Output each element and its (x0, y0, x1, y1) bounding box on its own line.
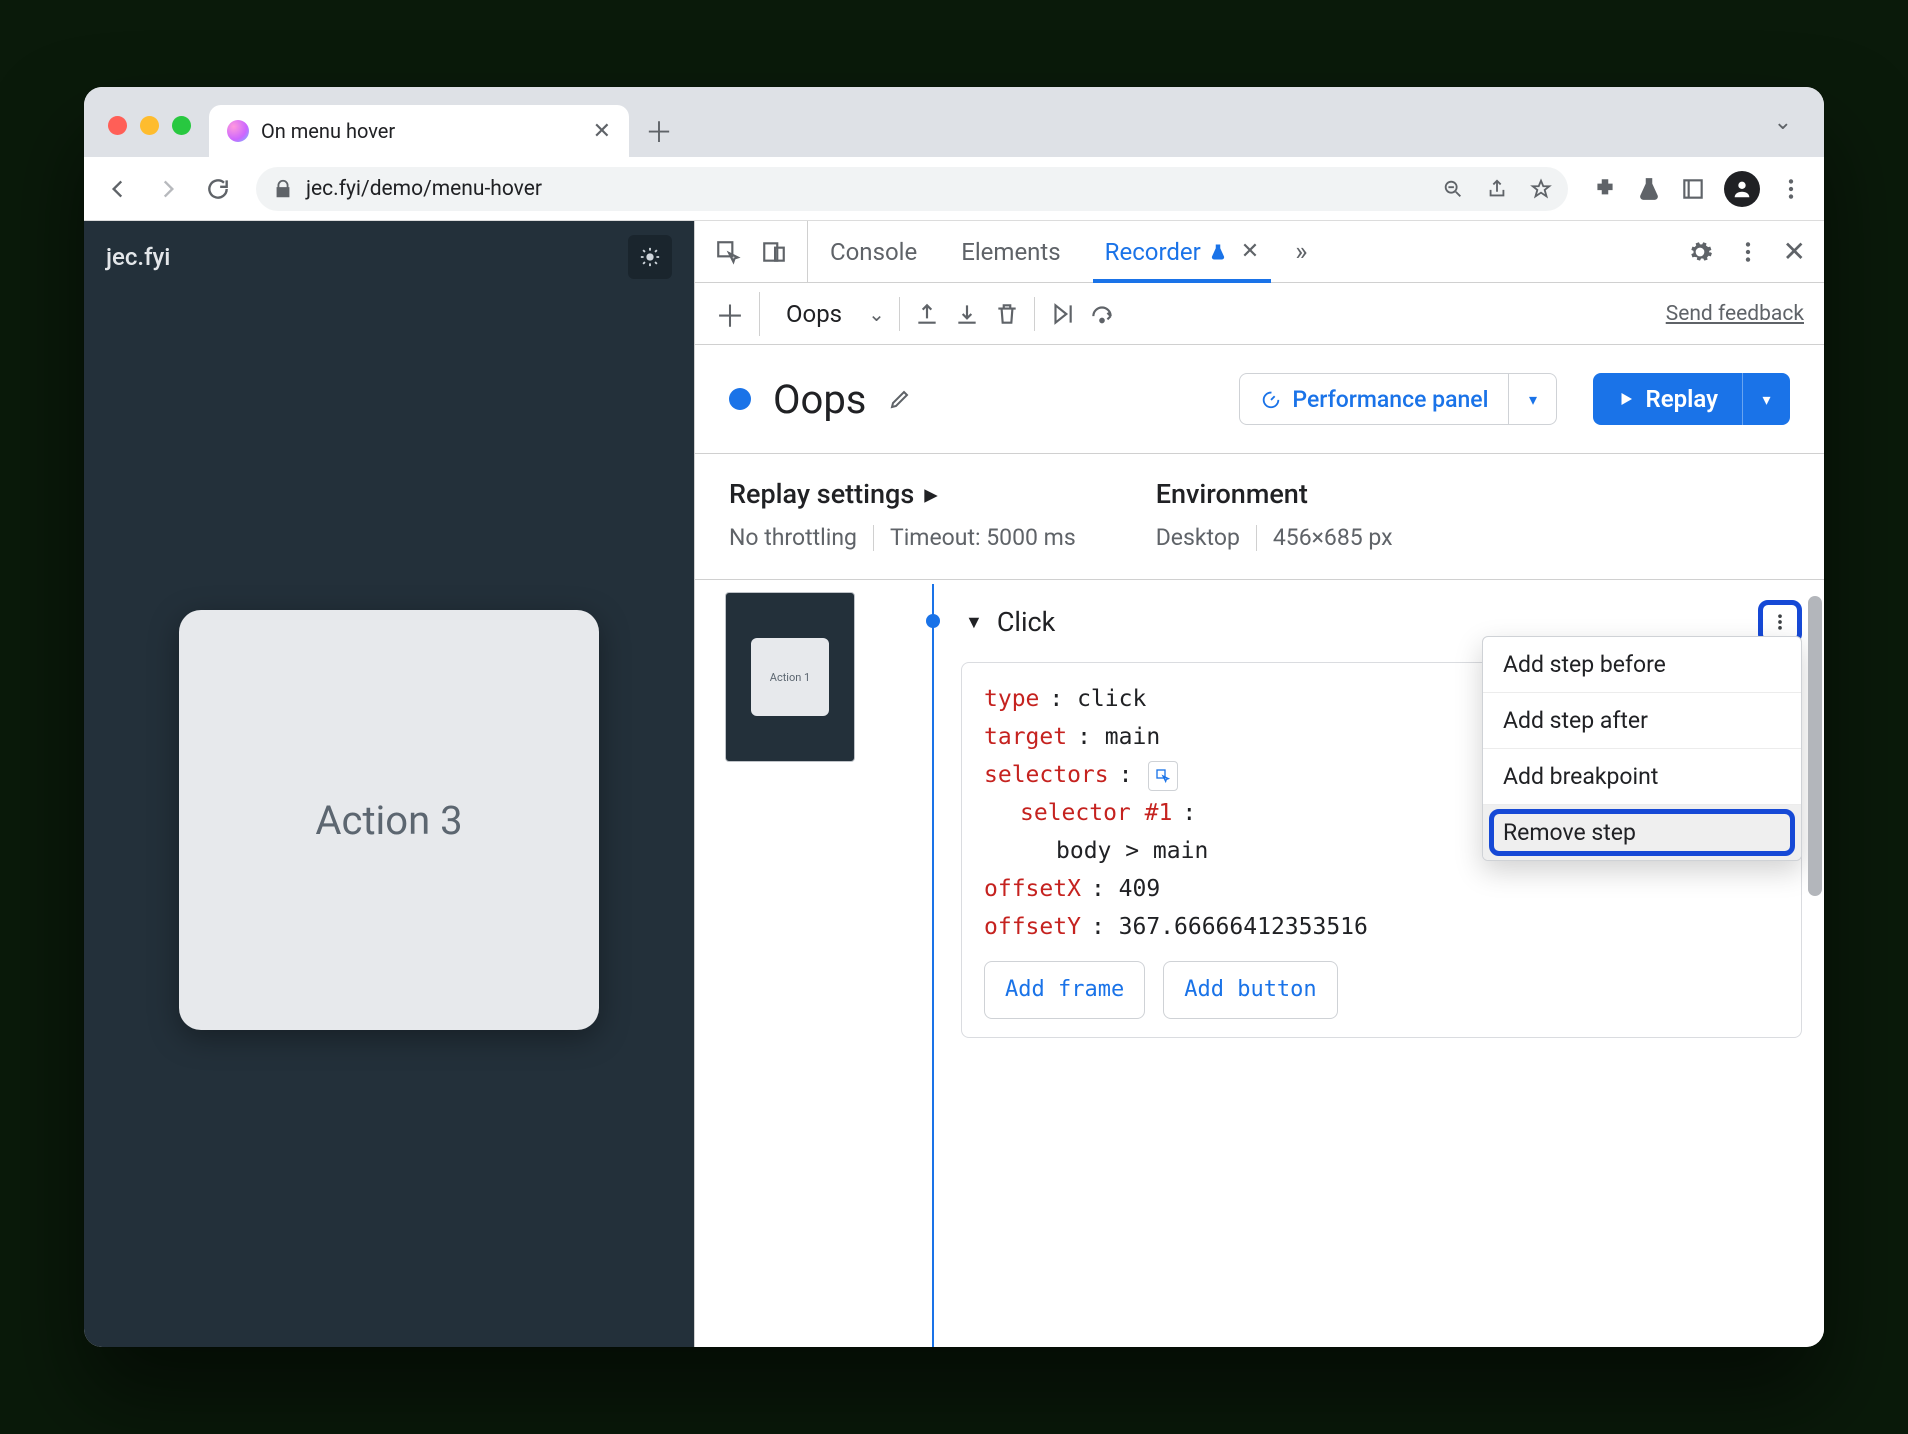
timeline-dot[interactable] (926, 614, 940, 628)
labs-icon[interactable] (1636, 176, 1662, 202)
devtools-tabbar: Console Elements Recorder ✕ » ✕ (695, 221, 1824, 283)
step-play-icon[interactable] (1049, 301, 1075, 327)
record-status-dot (729, 388, 751, 410)
reload-button[interactable] (198, 169, 238, 209)
recording-dropdown[interactable]: Oops (774, 300, 854, 328)
devtools-menu-icon[interactable] (1735, 239, 1761, 265)
caret-right-icon: ▸ (924, 478, 938, 510)
inspect-element-icon[interactable] (715, 239, 741, 265)
page-body: Action 3 (84, 293, 694, 1347)
more-tabs-icon[interactable]: » (1281, 221, 1321, 282)
experiment-icon (1209, 243, 1227, 261)
chevron-down-icon[interactable]: ⌄ (868, 302, 885, 326)
recording-title: Oops (773, 376, 866, 423)
extensions-icon[interactable] (1592, 176, 1618, 202)
close-window-button[interactable] (108, 116, 127, 135)
browser-window: On menu hover ✕ ＋ ⌄ jec.fyi/demo/menu-ho… (84, 87, 1824, 1347)
timeout-value: Timeout: 5000 ms (890, 524, 1076, 551)
page-brand: jec.fyi (106, 243, 170, 271)
performance-panel-button[interactable]: Performance panel ▾ (1239, 373, 1557, 425)
tab-strip: On menu hover ✕ ＋ ⌄ (84, 87, 1824, 157)
device-toolbar-icon[interactable] (761, 239, 787, 265)
import-icon[interactable] (954, 301, 980, 327)
menu-remove-step[interactable]: Remove step (1483, 805, 1801, 860)
scrollbar-thumb[interactable] (1808, 596, 1822, 896)
tab-favicon (227, 120, 249, 142)
new-recording-button[interactable]: ＋ (715, 292, 760, 336)
recorder-toolbar: ＋ Oops ⌄ Send feedback (695, 283, 1824, 345)
back-button[interactable] (98, 169, 138, 209)
menu-add-step-before[interactable]: Add step before (1483, 637, 1801, 693)
export-icon[interactable] (914, 301, 940, 327)
thumbnail-column: Action 1 (695, 580, 905, 1347)
step-context-menu: Add step before Add step after Add break… (1482, 636, 1802, 861)
tabs-overflow-button[interactable]: ⌄ (1756, 98, 1810, 147)
close-devtools-icon[interactable]: ✕ (1783, 235, 1806, 268)
menu-add-breakpoint[interactable]: Add breakpoint (1483, 749, 1801, 805)
selector-picker-icon[interactable] (1148, 761, 1178, 791)
action-card[interactable]: Action 3 (179, 610, 599, 1030)
reader-icon[interactable] (1680, 176, 1706, 202)
delete-icon[interactable] (994, 301, 1020, 327)
replay-settings-row: Replay settings ▸ No throttling Timeout:… (695, 454, 1824, 580)
add-button-button[interactable]: Add button (1163, 961, 1337, 1019)
vertical-scrollbar[interactable] (1808, 580, 1822, 1343)
tab-elements[interactable]: Elements (939, 221, 1082, 282)
minimize-window-button[interactable] (140, 116, 159, 135)
send-feedback-link[interactable]: Send feedback (1666, 302, 1804, 326)
lock-icon (272, 178, 294, 200)
step-over-icon[interactable] (1089, 301, 1115, 327)
zoom-icon[interactable] (1442, 178, 1464, 200)
environment-title: Environment (1156, 478, 1393, 510)
throttling-value: No throttling (729, 524, 857, 551)
maximize-window-button[interactable] (172, 116, 191, 135)
replay-label: Replay (1645, 385, 1718, 413)
browser-tab[interactable]: On menu hover ✕ (209, 105, 629, 157)
share-icon[interactable] (1486, 178, 1508, 200)
new-tab-button[interactable]: ＋ (637, 109, 681, 153)
env-device: Desktop (1156, 524, 1240, 551)
replay-settings-toggle[interactable]: Replay settings ▸ (729, 478, 1076, 510)
address-bar[interactable]: jec.fyi/demo/menu-hover (256, 167, 1568, 211)
step-thumbnail[interactable]: Action 1 (725, 592, 855, 762)
devtools-panel: Console Elements Recorder ✕ » ✕ (694, 221, 1824, 1347)
recording-header: Oops Performance panel ▾ Replay (695, 345, 1824, 454)
selector-value: body > main (1056, 833, 1208, 871)
step-title: Click (997, 606, 1056, 638)
edit-title-icon[interactable] (888, 387, 912, 411)
profile-avatar[interactable] (1724, 171, 1760, 207)
env-size: 456×685 px (1273, 524, 1393, 551)
steps-area: Action 1 ▼ Click (695, 580, 1824, 1347)
page-viewport: jec.fyi Action 3 (84, 221, 694, 1347)
content-split: jec.fyi Action 3 Console Elem (84, 221, 1824, 1347)
action-card-label: Action 3 (315, 797, 462, 844)
collapse-icon[interactable]: ▼ (965, 612, 983, 633)
url-text: jec.fyi/demo/menu-hover (306, 177, 542, 201)
timeline (905, 584, 961, 1347)
close-panel-icon[interactable]: ✕ (1241, 239, 1259, 264)
thumbnail-card: Action 1 (751, 638, 829, 716)
browser-menu-icon[interactable] (1778, 176, 1804, 202)
window-controls (108, 116, 191, 135)
bookmark-icon[interactable] (1530, 178, 1552, 200)
performance-panel-dropdown[interactable]: ▾ (1508, 374, 1556, 424)
replay-button[interactable]: Replay ▾ (1593, 373, 1790, 425)
performance-panel-label: Performance panel (1292, 386, 1488, 413)
forward-button[interactable] (148, 169, 188, 209)
step-list: ▼ Click type: click target: main selecto… (961, 580, 1824, 1347)
replay-dropdown[interactable]: ▾ (1742, 373, 1790, 425)
add-frame-button[interactable]: Add frame (984, 961, 1145, 1019)
browser-toolbar: jec.fyi/demo/menu-hover (84, 157, 1824, 221)
tab-console[interactable]: Console (808, 221, 939, 282)
settings-icon[interactable] (1687, 239, 1713, 265)
page-header: jec.fyi (84, 221, 694, 293)
tab-recorder[interactable]: Recorder ✕ (1083, 221, 1282, 282)
theme-toggle-button[interactable] (628, 235, 672, 279)
close-tab-icon[interactable]: ✕ (593, 119, 611, 144)
extension-icons (1586, 171, 1810, 207)
tab-title: On menu hover (261, 119, 395, 143)
menu-add-step-after[interactable]: Add step after (1483, 693, 1801, 749)
